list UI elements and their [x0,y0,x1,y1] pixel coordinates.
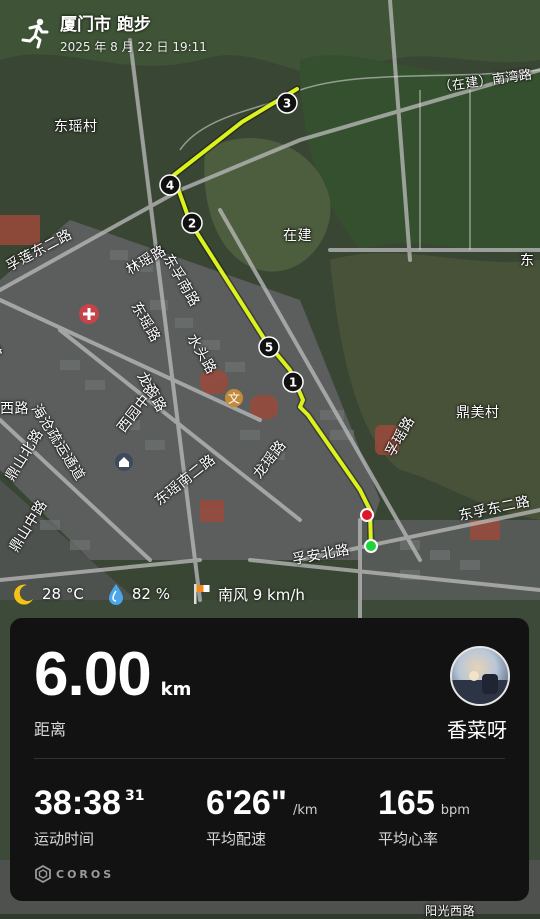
temperature-item: 28 °C [12,582,84,606]
weather-row: 28 °C 82 % 南风 9 km/h [12,582,327,606]
card-divider [34,758,505,759]
pace-stat: 6'26" /km 平均配速 [206,786,318,849]
heart-rate-label: 平均心率 [378,830,439,848]
user-avatar[interactable] [450,646,510,706]
map-label-dongyao-village: 东瑶村 [54,119,98,135]
distance-label: 距离 [34,720,67,739]
distance-row: 6.00 km [34,644,191,706]
map-label-dong-right: 东 [520,253,535,269]
school-poi-icon: 文 [224,388,244,408]
coros-logo: COROS [34,865,114,883]
route-end-marker[interactable] [360,508,374,522]
route-start-marker[interactable] [364,539,378,553]
hospital-poi-icon [78,303,100,325]
km-marker-2[interactable]: 2 [181,212,203,234]
duration-hundredths: 31 [124,788,145,804]
humidity-drop-icon [108,584,123,605]
heart-rate-value: 165 [378,784,435,822]
km-marker-5[interactable]: 5 [258,336,280,358]
building-poi-icon [114,452,134,472]
wind-value: 南风 9 km/h [217,585,305,604]
svg-text:文: 文 [228,391,240,406]
pace-unit: /km [292,803,318,818]
coros-hexagon-icon [35,865,51,883]
heart-rate-stat: 165 bpm 平均心率 [378,786,470,849]
km-marker-3[interactable]: 3 [276,92,298,114]
km-marker-4[interactable]: 4 [159,174,181,196]
map-label-xi-road: 西路 [0,401,29,417]
pace-label: 平均配速 [206,830,267,848]
heart-rate-unit: bpm [440,803,470,818]
map-label-dingmei-village: 鼎美村 [456,405,500,421]
wind-item: 南风 9 km/h [192,582,305,606]
run-summary-card[interactable]: 6.00 km 距离 香菜呀 38:38 31 运动时间 6'26" /km 平… [10,618,529,901]
activity-datetime: 2025 年 8 月 22 日 19:11 [60,40,207,54]
temperature-value: 28 °C [42,585,84,603]
map-label-bottom-road: 阳光西路 [425,904,476,918]
brand-text: COROS [56,867,115,881]
activity-header: 厦门市 跑步 2025 年 8 月 22 日 19:11 [18,10,207,55]
user-name: 香菜呀 [447,718,507,742]
running-icon [21,18,49,48]
duration-stat: 38:38 31 运动时间 [34,786,144,849]
svg-text:5: 5 [265,341,273,355]
svg-text:4: 4 [166,179,174,193]
humidity-value: 82 % [131,585,170,603]
distance-value: 6.00 [34,640,152,709]
wind-flag-icon [193,584,210,604]
svg-text:3: 3 [283,97,291,111]
duration-value: 38:38 [34,784,121,822]
distance-unit: km [160,679,192,700]
svg-text:2: 2 [188,217,196,231]
duration-label: 运动时间 [34,830,95,848]
humidity-item: 82 % [106,582,170,606]
km-marker-1[interactable]: 1 [282,371,304,393]
map-label-zaijian: 在建 [283,228,312,244]
pace-value: 6'26" [206,784,287,822]
moon-icon [14,584,33,605]
activity-title: 厦门市 跑步 [60,15,151,35]
svg-text:1: 1 [289,376,297,390]
